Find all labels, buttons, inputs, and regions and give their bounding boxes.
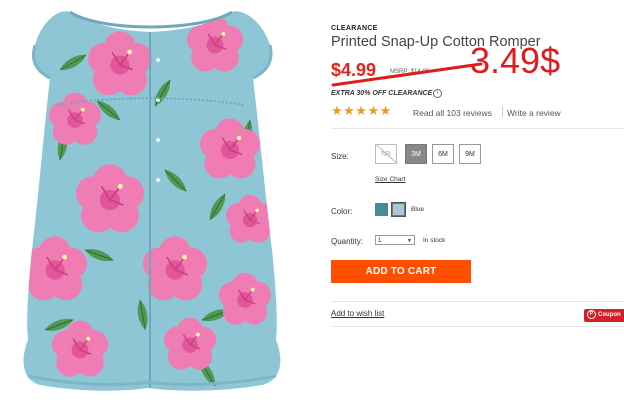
color-label: Color:	[331, 207, 353, 216]
handwritten-new-price: 3.49$	[470, 40, 561, 81]
add-to-cart-button[interactable]: ADD TO CART	[331, 260, 471, 283]
size-option-3m[interactable]: 3M	[405, 144, 427, 164]
clearance-badge: CLEARANCE	[331, 25, 378, 32]
rating-stars[interactable]: ★★★★★	[331, 103, 392, 119]
size-option-6m[interactable]: 6M	[432, 144, 454, 164]
quantity-label: Quantity:	[331, 237, 364, 246]
pinterest-icon: P	[587, 309, 596, 319]
add-to-wishlist-link[interactable]: Add to wish list	[331, 309, 384, 318]
quantity-value: 1	[378, 238, 382, 244]
read-reviews-link[interactable]: Read all 103 reviews	[413, 108, 492, 118]
info-icon[interactable]: i	[433, 89, 442, 98]
coupon-button[interactable]: P Coupon	[584, 309, 624, 322]
review-divider	[502, 106, 503, 117]
chevron-down-icon: ▼	[407, 238, 412, 244]
write-review-link[interactable]: Write a review	[507, 108, 561, 118]
divider	[331, 128, 624, 129]
size-label: Size:	[331, 152, 349, 161]
stock-status: In stock	[423, 237, 446, 244]
size-chart-link[interactable]: Size Chart	[375, 176, 405, 183]
quantity-select[interactable]: 1 ▼	[375, 235, 415, 245]
product-image	[23, 10, 281, 391]
divider	[331, 301, 624, 302]
selected-color-name: Blue	[411, 206, 425, 213]
coupon-label: Coupon	[598, 312, 621, 318]
color-swatch-blue[interactable]	[391, 202, 406, 217]
clearance-note: EXTRA 30% OFF CLEARANCE	[331, 90, 433, 97]
divider	[331, 326, 624, 327]
size-option-nb[interactable]: NB	[375, 144, 397, 164]
size-option-9m[interactable]: 9M	[459, 144, 481, 164]
color-swatch-teal[interactable]	[375, 203, 388, 216]
